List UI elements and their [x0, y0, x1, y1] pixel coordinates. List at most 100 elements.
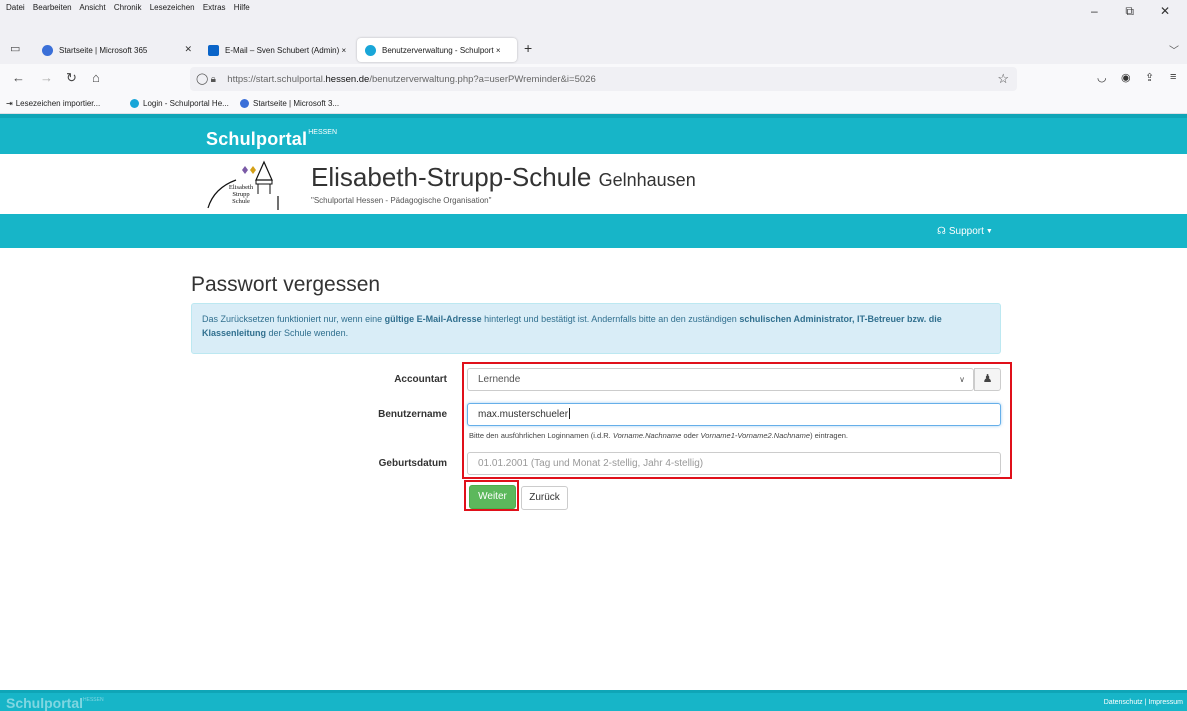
info-text: hinterlegt und bestätigt ist. Andernfall…	[481, 314, 740, 324]
tab-title: Startseite | Microsoft 365	[59, 45, 148, 55]
tab-email[interactable]: E-Mail – Sven Schubert (Admin) ×	[200, 38, 357, 62]
geburtsdatum-label: Geburtsdatum	[378, 458, 447, 469]
bookmark-star-icon[interactable]: ☆	[997, 67, 1009, 91]
hint-italic: Vorname.Nachname	[612, 431, 682, 440]
hint-text: Bitte den ausführlichen Loginnamen (i.d.…	[469, 431, 613, 440]
logo-text-line: Elisabeth	[228, 184, 254, 191]
portal-brand[interactable]: SchulportalHESSEN	[206, 129, 337, 150]
school-subtitle: "Schulportal Hessen - Pädagogische Organ…	[311, 196, 492, 205]
menu-lesezeichen[interactable]: Lesezeichen	[150, 3, 195, 12]
portal-footer: SchulportalHESSEN Datenschutz | Impressu…	[0, 690, 1187, 711]
headset-icon: ☊	[937, 226, 946, 237]
menu-datei[interactable]: Datei	[6, 3, 25, 12]
support-menu[interactable]: ☊ Support ▼	[937, 226, 993, 237]
tab-title: Benutzerverwaltung - Schulport ×	[382, 45, 501, 55]
tab-microsoft-365[interactable]: Startseite | Microsoft 365 ✕	[34, 38, 200, 62]
tab-benutzerverwaltung[interactable]: Benutzerverwaltung - Schulport ×	[357, 38, 517, 62]
close-window-button[interactable]: ✕	[1149, 4, 1181, 18]
shield-icon: ◯	[196, 73, 209, 85]
benutzername-label: Benutzername	[378, 409, 447, 420]
bookmark-microsoft[interactable]: Startseite | Microsoft 3...	[240, 99, 339, 108]
school-city: Gelnhausen	[598, 170, 696, 190]
chevron-down-icon[interactable]: ﹀	[1169, 42, 1179, 57]
bookmark-label: Login - Schulportal He...	[143, 99, 229, 108]
logo-text-line: Strupp	[232, 191, 250, 198]
hint-italic: Vorname1-Vorname2.Nachname	[700, 431, 811, 440]
text-cursor	[569, 408, 571, 419]
bookmark-label: Startseite | Microsoft 3...	[253, 99, 340, 108]
username-hint: Bitte den ausführlichen Loginnamen (i.d.…	[469, 431, 848, 440]
support-label: Support	[948, 226, 984, 237]
footer-brand: SchulportalHESSEN	[6, 695, 104, 711]
new-tab-button[interactable]: +	[524, 40, 532, 56]
url-prefix: https://start.schulportal.	[227, 74, 326, 85]
back-icon[interactable]: ←	[12, 70, 25, 85]
globe-icon	[365, 44, 376, 56]
main-nav: ☊ Support ▼	[0, 214, 1187, 248]
tab-title: E-Mail – Sven Schubert (Admin) ×	[225, 45, 347, 55]
info-text: Das Zurücksetzen funktioniert nur, wenn …	[202, 314, 385, 324]
logo-text-line: Schule	[232, 198, 250, 205]
share-icon[interactable]: ⇪	[1145, 71, 1154, 84]
school-logo[interactable]: Elisabeth Strupp Schule	[206, 158, 298, 210]
logo-text: Elisabeth Strupp Schule	[226, 184, 256, 205]
microsoft-365-icon	[42, 44, 53, 56]
hint-text: oder	[681, 431, 701, 440]
school-name: Elisabeth-Strupp-Schule Gelnhausen	[311, 162, 696, 193]
brand-sup: HESSEN	[308, 129, 338, 136]
footer-links[interactable]: Datenschutz | Impressum	[1104, 699, 1183, 706]
outlook-icon	[208, 44, 219, 56]
bookmark-label: Lesezeichen importier...	[15, 99, 101, 108]
info-text: der Schule wenden.	[266, 328, 349, 338]
menu-hilfe[interactable]: Hilfe	[234, 3, 250, 12]
url-host: hessen.de	[325, 74, 370, 85]
pocket-icon[interactable]: ◡	[1097, 71, 1107, 84]
url-path: /benutzerverwaltung.php?a=userPWreminder…	[369, 74, 596, 85]
lock-icon: 🔒︎	[210, 74, 216, 85]
accountart-label: Accountart	[394, 374, 447, 385]
zurueck-button[interactable]: Zurück	[521, 486, 568, 510]
navigation-bar: ← → ↻ ⌂ ◯ 🔒︎ https://start.schulportal.h…	[0, 64, 1187, 94]
info-alert: Das Zurücksetzen funktioniert nur, wenn …	[191, 303, 1001, 354]
bookmarks-bar: ⇥ Lesezeichen importier... Login - Schul…	[0, 94, 1187, 114]
birthdate-input[interactable]: 01.01.2001 (Tag und Monat 2-stellig, Jah…	[467, 452, 1001, 475]
page-title: Passwort vergessen	[191, 273, 381, 296]
school-name-text: Elisabeth-Strupp-Schule	[311, 162, 592, 192]
bookmark-login-schulportal[interactable]: Login - Schulportal He...	[130, 99, 229, 108]
menu-bearbeiten[interactable]: Bearbeiten	[33, 3, 72, 12]
close-tab-icon[interactable]: ✕	[184, 44, 192, 55]
reload-icon[interactable]: ↻	[66, 70, 77, 86]
menu-extras[interactable]: Extras	[203, 3, 226, 12]
globe-icon	[130, 99, 139, 108]
person-icon[interactable]: ♟	[974, 368, 1001, 391]
weiter-button[interactable]: Weiter	[469, 485, 516, 509]
forward-icon[interactable]: →	[40, 70, 53, 85]
accountart-value: Lernende	[478, 374, 521, 385]
account-icon[interactable]: ◉	[1121, 71, 1131, 84]
footer-brand-sup: HESSEN	[83, 697, 104, 703]
caret-down-icon: ▼	[985, 228, 993, 235]
menu-bar: Datei Bearbeiten Ansicht Chronik Lesezei…	[0, 0, 1187, 32]
microsoft-icon	[240, 99, 249, 108]
menu-ansicht[interactable]: Ansicht	[79, 3, 105, 12]
import-icon: ⇥	[6, 99, 13, 108]
portal-header: SchulportalHESSEN	[0, 114, 1187, 154]
footer-brand-name: Schulportal	[6, 695, 84, 711]
tab-list-icon[interactable]: ▭	[10, 42, 20, 55]
username-input[interactable]: max.musterschueler	[467, 403, 1001, 426]
minimize-button[interactable]: –	[1078, 4, 1110, 18]
info-bold: gültige E-Mail-Adresse	[384, 314, 482, 324]
url-bar[interactable]: ◯ 🔒︎ https://start.schulportal.hessen.de…	[190, 67, 1017, 91]
hint-text: ) eintragen.	[810, 431, 849, 440]
username-value: max.musterschueler	[478, 409, 569, 420]
tab-bar: ▭ Startseite | Microsoft 365 ✕ E-Mail – …	[0, 32, 1187, 64]
hamburger-menu-icon[interactable]: ≡	[1170, 71, 1176, 83]
chevron-down-icon: ∨	[959, 375, 965, 384]
accountart-select[interactable]: Lernende ∨	[467, 368, 974, 391]
restore-button[interactable]: ⧉	[1114, 4, 1146, 19]
menu-chronik[interactable]: Chronik	[114, 3, 142, 12]
home-icon[interactable]: ⌂	[92, 70, 100, 85]
birthdate-placeholder: 01.01.2001 (Tag und Monat 2-stellig, Jah…	[478, 458, 704, 469]
bookmark-import[interactable]: ⇥ Lesezeichen importier...	[6, 99, 100, 108]
brand-name: Schulportal	[206, 129, 308, 149]
